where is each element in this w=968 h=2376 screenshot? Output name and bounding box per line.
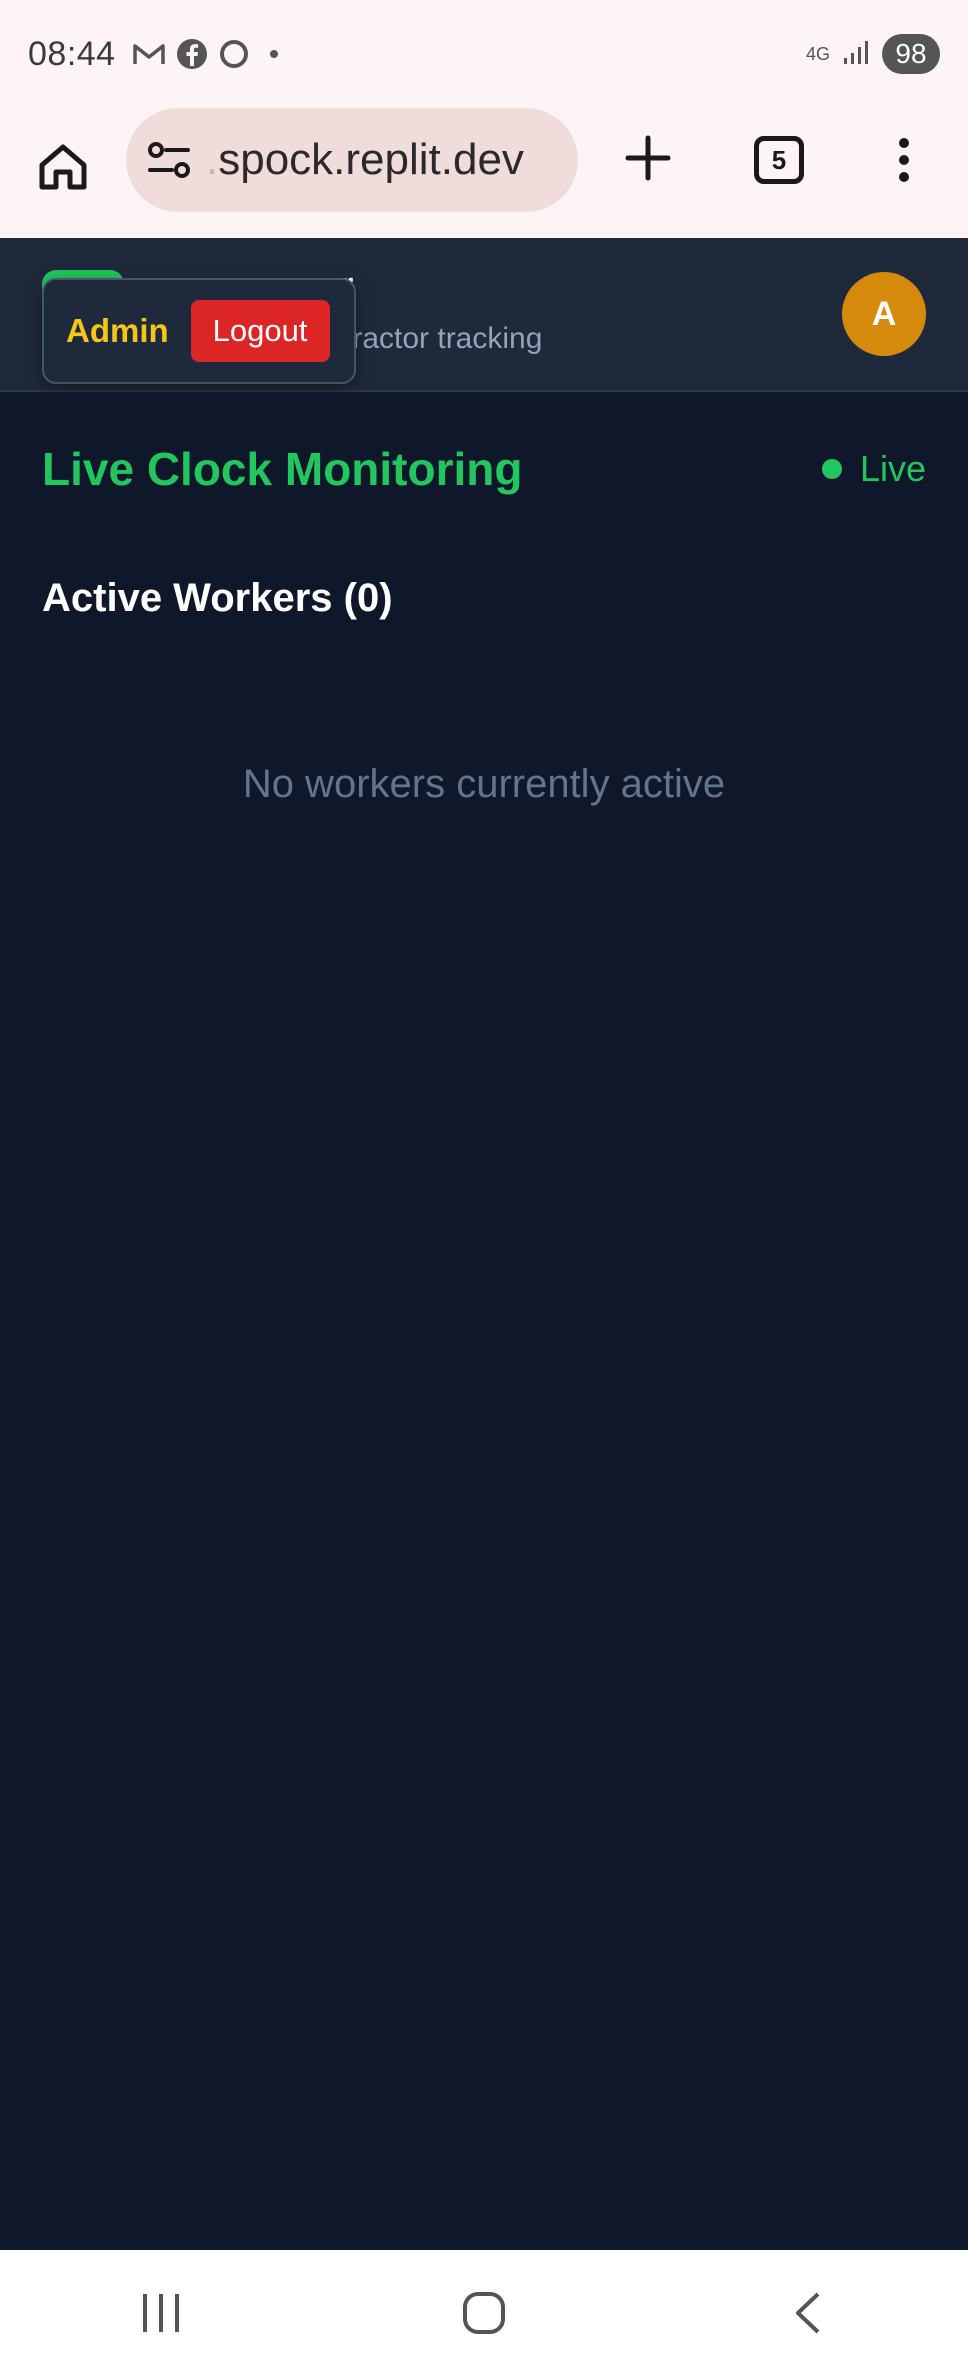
- battery-indicator: 98: [882, 34, 940, 74]
- address-bar[interactable]: .spock.replit.dev: [126, 108, 578, 212]
- live-indicator: Live: [821, 448, 926, 490]
- status-bar: 08:44 4G 98: [0, 0, 968, 108]
- browser-toolbar: .spock.replit.dev 5: [0, 108, 968, 238]
- active-workers-heading: Active Workers (0): [42, 576, 393, 620]
- new-tab-button[interactable]: [618, 128, 678, 188]
- circle-app-icon: [218, 38, 250, 70]
- empty-state-message: No workers currently active: [242, 762, 726, 806]
- site-settings-icon[interactable]: [146, 137, 192, 183]
- back-chevron-icon: [795, 2292, 820, 2334]
- browser-menu-button[interactable]: [884, 130, 924, 190]
- recent-apps-button[interactable]: [116, 2268, 206, 2358]
- signal-icon: [842, 38, 870, 71]
- live-status-label: Live: [859, 448, 926, 489]
- user-role-label: Admin: [66, 312, 169, 349]
- home-icon: [39, 144, 87, 190]
- menu-dot: [899, 172, 909, 183]
- status-time: 08:44: [28, 34, 116, 73]
- live-status-dot: [821, 459, 842, 479]
- menu-dot: [899, 137, 909, 148]
- plus-icon: [625, 135, 671, 181]
- system-navigation-bar: [0, 2250, 968, 2376]
- tab-switcher-button[interactable]: 5: [754, 136, 804, 184]
- status-right: 4G 98: [806, 34, 940, 74]
- avatar[interactable]: A: [842, 272, 926, 356]
- user-menu-popover: Admin Logout: [42, 278, 356, 384]
- app-subtitle: tractor tracking: [344, 322, 543, 355]
- more-notifications-dot: [269, 50, 278, 58]
- home-button[interactable]: [30, 134, 96, 200]
- network-type-label: 4G: [805, 44, 830, 64]
- home-circle-icon: [462, 2292, 505, 2334]
- main-content: Live Clock Monitoring Live Active Worker…: [0, 392, 968, 2250]
- gmail-icon: [132, 40, 166, 68]
- url-text: .spock.replit.dev: [206, 135, 524, 184]
- logout-button[interactable]: Logout: [190, 300, 330, 362]
- recent-apps-icon: [143, 2294, 180, 2332]
- home-nav-button[interactable]: [439, 2268, 529, 2358]
- notification-icons: [132, 38, 278, 70]
- facebook-icon: [176, 38, 208, 70]
- menu-dot: [899, 154, 909, 165]
- page-title: Live Clock Monitoring: [42, 443, 523, 495]
- back-button[interactable]: [762, 2268, 852, 2358]
